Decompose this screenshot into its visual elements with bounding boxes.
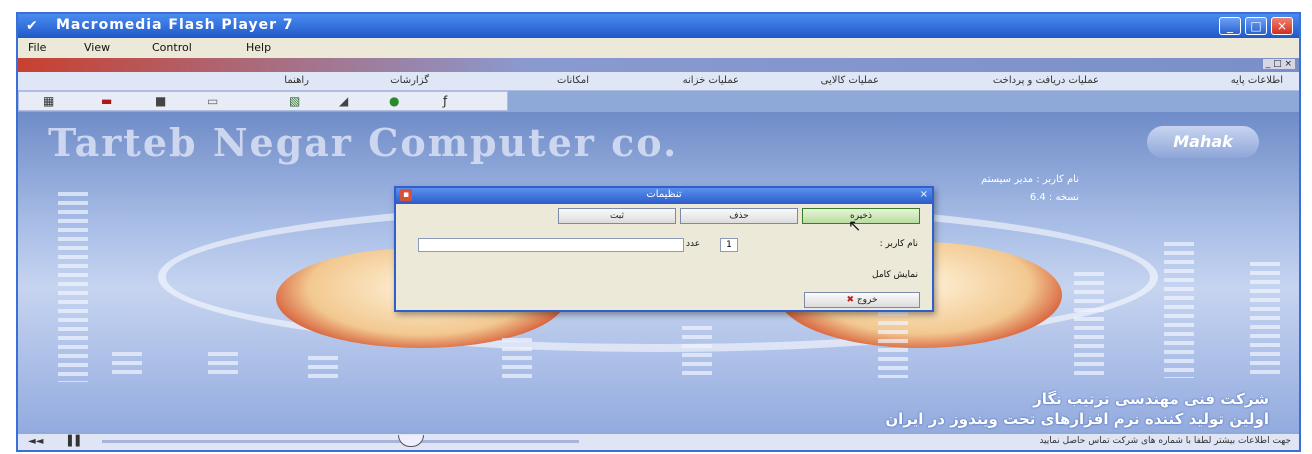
nav-item-tools[interactable]: امکانات (557, 75, 589, 86)
minimize-button[interactable]: _ (1219, 17, 1241, 35)
calculator-icon[interactable]: ▦ (43, 94, 54, 108)
money-icon[interactable]: ▧ (289, 94, 300, 108)
nav-item-help[interactable]: راهنما (284, 75, 309, 86)
chart-icon[interactable]: ◢ (339, 94, 348, 108)
status-text: جهت اطلاعات بیشتر لطفا با شماره های شرکت… (1039, 436, 1291, 446)
menu-bar: File View Control Help (18, 38, 1299, 58)
menu-help[interactable]: Help (246, 41, 271, 54)
toolbar: ▦ ▬ ■ ▭ ▧ ◢ ● ƒ (18, 91, 508, 111)
nav-item-goods[interactable]: عملیات کالایی (821, 75, 879, 86)
field-label: نام کاربر : (879, 239, 918, 249)
decor-bars (1164, 242, 1194, 378)
seek-thumb[interactable] (398, 435, 424, 447)
menu-control[interactable]: Control (152, 41, 192, 54)
window-title: Macromedia Flash Player 7 (56, 17, 294, 33)
decor-bars (682, 326, 712, 378)
exit-x-icon: ✖ (846, 295, 854, 305)
tools-icon[interactable]: ƒ (443, 94, 447, 108)
dialog-button-remove[interactable]: حذف (680, 208, 798, 224)
dialog-exit-button[interactable]: خروج ✖ (804, 292, 920, 308)
info-version: نسخه : 6.4 (1029, 192, 1079, 203)
record-icon[interactable]: ▬ (101, 94, 112, 108)
settings-dialog: ▪ تنظیمات × ثبت حذف ذخیره ↖ عدد 1 نام کا… (394, 186, 934, 312)
globe-icon[interactable]: ● (389, 94, 399, 108)
close-button[interactable]: × (1271, 17, 1293, 35)
dialog-title-bar: ▪ تنظیمات × (396, 188, 932, 204)
rewind-button[interactable]: ◄◄ (28, 436, 43, 447)
nav-item-payments[interactable]: عملیات دریافت و پرداخت (993, 75, 1099, 86)
grid-icon[interactable]: ■ (155, 94, 166, 108)
dialog-app-icon: ▪ (400, 189, 412, 201)
info-user: نام کاربر : مدیر سیستم (981, 174, 1079, 185)
player-controls: ◄◄ ▌▌ جهت اطلاعات بیشتر لطفا با شماره ها… (18, 433, 1299, 450)
note-icon[interactable]: ▭ (207, 94, 218, 108)
nav-item-treasury[interactable]: عملیات خزانه (683, 75, 739, 86)
dialog-close-button[interactable]: × (920, 189, 928, 200)
mouse-cursor-icon: ↖ (848, 216, 862, 235)
mahak-logo: Mahak (1147, 126, 1259, 158)
maximize-button[interactable]: □ (1245, 17, 1267, 35)
dialog-small-field[interactable]: 1 (720, 238, 738, 252)
pause-button[interactable]: ▌▌ (68, 436, 83, 447)
decor-bars (58, 192, 88, 382)
checkbox-label[interactable]: نمایش کامل (872, 270, 918, 280)
dialog-title: تنظیمات (646, 189, 682, 200)
decor-bars (878, 312, 908, 378)
title-bar: ✔ Macromedia Flash Player 7 _ □ × (18, 14, 1299, 38)
seek-track[interactable] (102, 440, 579, 443)
exit-label: خروج (856, 295, 878, 305)
inner-window-title: _ □ × (18, 58, 1299, 72)
inner-window-buttons[interactable]: _ □ × (1262, 59, 1295, 69)
decor-bars (208, 352, 238, 378)
dialog-text-field[interactable] (418, 238, 684, 252)
decor-bars (502, 338, 532, 378)
main-menu: اطلاعات پایه عملیات دریافت و پرداخت عملی… (18, 72, 1299, 91)
slogan-company: شرکت فنی مهندسی ترتیب نگار (1033, 390, 1269, 408)
decor-bars (1074, 272, 1104, 378)
dialog-button-delete[interactable]: ثبت (558, 208, 676, 224)
nav-item-base-info[interactable]: اطلاعات پایه (1231, 75, 1283, 86)
flash-icon: ✔ (26, 18, 38, 34)
menu-view[interactable]: View (84, 41, 110, 54)
nav-item-reports[interactable]: گزارشات (390, 75, 429, 86)
menu-file[interactable]: File (28, 41, 46, 54)
field-suffix: عدد (686, 239, 701, 249)
decor-bars (308, 356, 338, 378)
decor-bars (1250, 262, 1280, 378)
decor-bars (112, 352, 142, 378)
company-name: Tarteb Negar Computer co. (48, 120, 679, 165)
slogan-first-producer: اولین تولید کننده نرم افزارهای تحت ویندو… (885, 410, 1269, 428)
